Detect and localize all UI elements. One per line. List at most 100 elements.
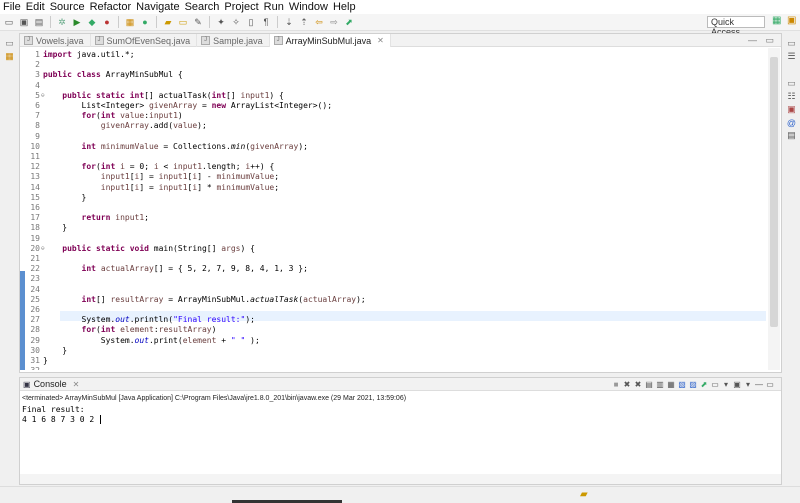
code-line: 25 int[] resultArray = ArrayMinSubMul.ac… bbox=[20, 295, 766, 305]
code-text: input1[i] = input1[i] - minimumValue; bbox=[100, 172, 280, 182]
code-text: System.out.print(element + " " ); bbox=[43, 335, 260, 345]
code-line: 15 } bbox=[20, 193, 766, 203]
code-text: System.out.println("Final result:"); bbox=[43, 315, 255, 325]
close-icon[interactable]: ✕ bbox=[73, 380, 80, 389]
package-explorer-icon[interactable]: ▦ bbox=[4, 51, 15, 62]
console-pane: ▣ Console ✕ ■ ✖ ✖ ▤ ▥ ▦ ▧ ▨ ⬈ ▭ ▾ ▣ ▾ — … bbox=[19, 377, 782, 485]
menu-item-navigate[interactable]: Navigate bbox=[136, 1, 179, 13]
menu-item-edit[interactable]: Edit bbox=[26, 1, 45, 13]
line-number: 31 bbox=[30, 356, 40, 365]
editor-tab[interactable]: J Vowels.java bbox=[20, 34, 91, 47]
restore-icon[interactable]: ▭ bbox=[786, 38, 797, 49]
scroll-lock-icon[interactable]: ▥ bbox=[655, 379, 665, 389]
line-number: 11 bbox=[30, 152, 40, 161]
editor-tab[interactable]: J Sample.java bbox=[197, 34, 270, 47]
scrollbar-thumb[interactable] bbox=[770, 57, 778, 327]
menu-item-project[interactable]: Project bbox=[224, 1, 258, 13]
terminate-icon[interactable]: ■ bbox=[611, 379, 621, 389]
open-type-icon[interactable]: ▰ bbox=[162, 16, 174, 28]
code-line: 27 System.out.println("Final result:"); bbox=[20, 315, 766, 325]
code-line: 1 import java.util.*; bbox=[20, 50, 766, 60]
quick-access-field[interactable]: Quick Access bbox=[707, 16, 765, 37]
editor-tab[interactable]: J SumOfEvenSeq.java bbox=[91, 34, 198, 47]
console-output[interactable]: Final result: 4 1 6 8 7 3 0 2 bbox=[22, 405, 102, 425]
menu-item-refactor[interactable]: Refactor bbox=[90, 1, 132, 13]
menu-item-source[interactable]: Source bbox=[50, 1, 85, 13]
line-number: 26 bbox=[30, 305, 40, 314]
code-text: int actualArray[] = { 5, 2, 7, 9, 8, 4, … bbox=[81, 264, 308, 274]
code-line: 31} bbox=[20, 356, 766, 366]
line-number: 8 bbox=[35, 121, 40, 131]
open-perspective-icon[interactable]: ▦ bbox=[772, 15, 781, 26]
left-trim-bar: ▭ ▦ bbox=[0, 33, 18, 478]
display-console-icon[interactable]: ▭ bbox=[710, 379, 720, 389]
open-folder-icon[interactable]: ▭ bbox=[177, 16, 189, 28]
line-number: 25 bbox=[30, 294, 40, 304]
chevron-down-icon[interactable]: ▾ bbox=[721, 379, 731, 389]
code-line: 23 bbox=[20, 274, 766, 284]
pin-icon[interactable]: ✦ bbox=[215, 16, 227, 28]
open-perspective-icon[interactable]: ⬈ bbox=[343, 16, 355, 28]
show-on-output-icon[interactable]: ▧ bbox=[677, 379, 687, 389]
save-icon[interactable]: ▣ bbox=[18, 16, 30, 28]
coverage-icon[interactable]: ◆ bbox=[86, 16, 98, 28]
java-file-icon: J bbox=[201, 36, 211, 45]
remove-launch-icon[interactable]: ✖ bbox=[622, 379, 632, 389]
toggle-mark-icon[interactable]: ✧ bbox=[230, 16, 242, 28]
next-annotation-icon[interactable]: ⇣ bbox=[283, 16, 295, 28]
line-number: 22 bbox=[30, 264, 40, 274]
outline-icon[interactable]: ☷ bbox=[786, 91, 797, 102]
console-horizontal-scrollbar[interactable] bbox=[20, 474, 781, 484]
pin-console-icon[interactable]: ⬈ bbox=[699, 379, 709, 389]
open-console-icon[interactable]: ▣ bbox=[732, 379, 742, 389]
restore-icon[interactable]: ▭ bbox=[786, 78, 797, 89]
line-number: 5 bbox=[35, 90, 40, 100]
menu-item-search[interactable]: Search bbox=[185, 1, 220, 13]
open-folder-icon[interactable]: ▰ bbox=[580, 489, 588, 500]
save-all-icon[interactable]: ▤ bbox=[33, 16, 45, 28]
external-tools-icon[interactable]: ● bbox=[101, 16, 113, 28]
forward-icon[interactable]: ⇨ bbox=[328, 16, 340, 28]
word-wrap-icon[interactable]: ▦ bbox=[666, 379, 676, 389]
menu-item-run[interactable]: Run bbox=[264, 1, 284, 13]
menu-item-file[interactable]: File bbox=[3, 1, 21, 13]
menu-item-help[interactable]: Help bbox=[333, 1, 356, 13]
task-list-icon[interactable]: ☰ bbox=[786, 51, 797, 62]
close-icon[interactable]: ✕ bbox=[377, 36, 384, 45]
new-class-icon[interactable]: ● bbox=[139, 16, 151, 28]
run-icon[interactable]: ▶ bbox=[71, 16, 83, 28]
editor-vertical-scrollbar[interactable] bbox=[768, 48, 780, 370]
minimize-icon[interactable]: — bbox=[754, 379, 764, 389]
editor-tab[interactable]: J ArrayMinSubMul.java ✕ bbox=[269, 34, 391, 47]
block-selection-icon[interactable]: ▯ bbox=[245, 16, 257, 28]
show-whitespace-icon[interactable]: ¶ bbox=[260, 16, 272, 28]
show-on-error-icon[interactable]: ▨ bbox=[688, 379, 698, 389]
code-line: 14 input1[i] = input1[i] * minimumValue; bbox=[20, 183, 766, 193]
maximize-icon[interactable]: ▭ bbox=[765, 379, 775, 389]
debug-icon[interactable]: ✲ bbox=[56, 16, 68, 28]
declaration-icon[interactable]: ▤ bbox=[786, 130, 797, 141]
line-number: 2 bbox=[35, 60, 40, 70]
new-icon[interactable]: ▭ bbox=[3, 16, 15, 28]
line-number: 4 bbox=[35, 80, 40, 90]
javadoc-icon[interactable]: @ bbox=[786, 117, 797, 128]
line-number: 19 bbox=[30, 233, 40, 243]
line-number: 20 bbox=[30, 243, 40, 253]
chevron-down-icon[interactable]: ▾ bbox=[743, 379, 753, 389]
menu-item-window[interactable]: Window bbox=[289, 1, 328, 13]
clear-console-icon[interactable]: ▤ bbox=[644, 379, 654, 389]
prev-annotation-icon[interactable]: ⇡ bbox=[298, 16, 310, 28]
editor-window-controls[interactable]: — ▭ bbox=[748, 35, 777, 46]
new-java-project-icon[interactable]: ▦ bbox=[124, 16, 136, 28]
back-icon[interactable]: ⇦ bbox=[313, 16, 325, 28]
search-icon[interactable]: ✎ bbox=[192, 16, 204, 28]
toolbar-separator bbox=[118, 16, 119, 28]
problems-icon[interactable]: ▣ bbox=[786, 104, 797, 115]
line-number: 12 bbox=[30, 162, 40, 172]
toolbar-separator bbox=[50, 16, 51, 28]
restore-icon[interactable]: ▭ bbox=[4, 38, 15, 49]
code-area[interactable]: 1 import java.util.*; 2 3 public class Array… bbox=[20, 48, 766, 370]
java-perspective-icon[interactable]: ▣ bbox=[787, 15, 796, 26]
remove-all-icon[interactable]: ✖ bbox=[633, 379, 643, 389]
menu-bar: File Edit Source Refactor Navigate Search Proj… bbox=[0, 0, 800, 14]
